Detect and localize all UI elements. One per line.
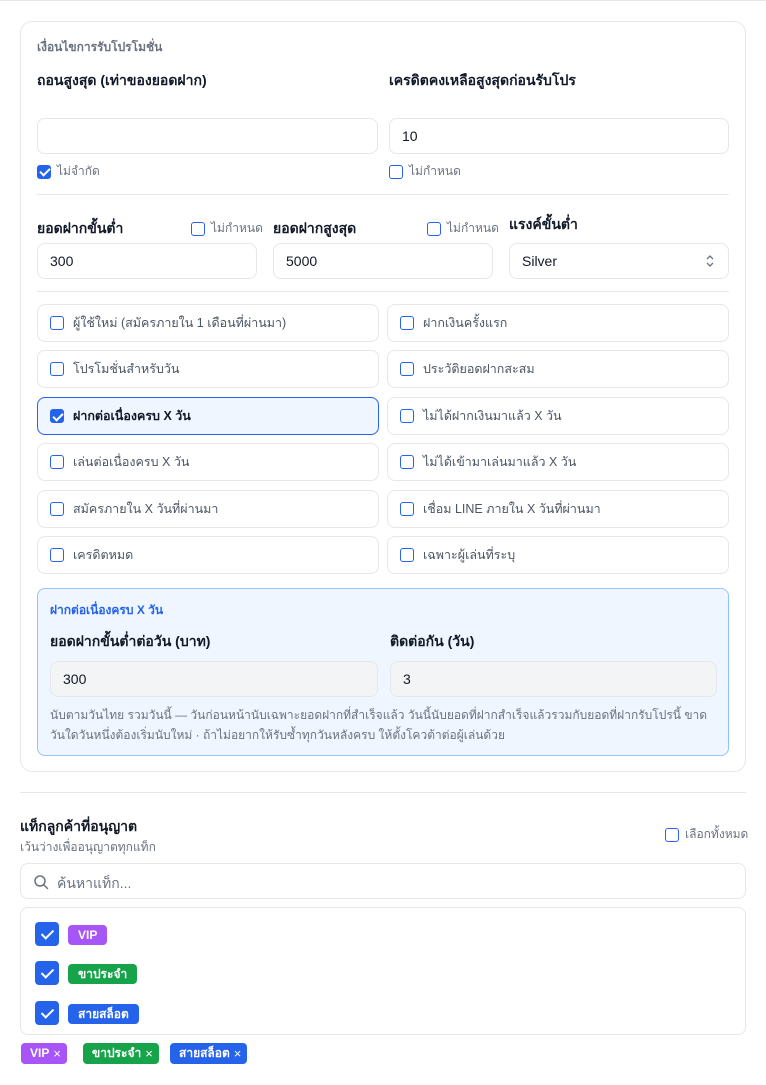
divider <box>37 194 729 195</box>
option-line-linked[interactable]: เชื่อม LINE ภายใน X วันที่ผ่านมา <box>387 490 729 528</box>
option-new-user[interactable]: ผู้ใช้ใหม่ (สมัครภายใน 1 เดือนที่ผ่านมา) <box>37 304 379 342</box>
min-daily-deposit-label: ยอดฝากขั้นต่ำต่อวัน (บาท) <box>50 633 211 649</box>
allowed-tags-subtitle: เว้นว่างเพื่ออนุญาตทุกแท็ก <box>20 840 156 854</box>
section-divider <box>20 792 746 793</box>
selected-chip-vip: VIP × <box>21 1043 67 1064</box>
tag-badge-vip: VIP <box>68 925 108 945</box>
consecutive-days-input[interactable]: 3 <box>390 661 717 697</box>
allowed-tags-title: แท็กลูกค้าที่อนุญาต <box>20 818 138 834</box>
unset-checkbox[interactable] <box>427 221 441 236</box>
option-checkbox[interactable] <box>50 502 64 516</box>
tag-search-input[interactable]: ค้นหาแท็ก... <box>57 873 131 895</box>
option-checkbox[interactable] <box>50 409 64 423</box>
max-withdraw-input[interactable] <box>37 118 378 154</box>
tag-badge-regular: ขาประจำ <box>68 964 138 984</box>
consecutive-deposit-panel: ฝากต่อเนื่องครบ X วัน ยอดฝากขั้นต่ำต่อวั… <box>37 588 729 756</box>
max-credit-label: เครดิตคงเหลือสูงสุดก่อนรับโปร <box>389 72 576 88</box>
chip-label: VIP <box>30 1046 50 1060</box>
close-icon[interactable]: × <box>145 1043 153 1064</box>
option-label: เครดิตหมด <box>73 548 134 562</box>
panel-note: นับตามวันไทย รวมวันนี้ — วันก่อนหน้านับเ… <box>50 708 708 742</box>
select-all-toggle[interactable]: เลือกทั้งหมด <box>665 825 748 844</box>
divider <box>37 291 729 292</box>
tag-checkbox[interactable] <box>35 922 59 946</box>
tag-search-box[interactable]: ค้นหาแท็ก... <box>20 863 746 899</box>
select-all-label: เลือกทั้งหมด <box>685 827 749 841</box>
promo-conditions-card: เงื่อนไขการรับโปรโมชั่น ถอนสูงสุด (เท่าข… <box>20 21 746 772</box>
option-checkbox[interactable] <box>400 409 414 423</box>
unlimited-checkbox[interactable] <box>37 164 51 179</box>
option-checkbox[interactable] <box>400 502 414 516</box>
close-icon[interactable]: × <box>53 1043 61 1064</box>
top-divider <box>0 0 766 1</box>
unset-checkbox-label: ไม่กำหนด <box>409 164 461 178</box>
min-deposit-input[interactable]: 300 <box>37 243 257 279</box>
option-consecutive-play[interactable]: เล่นต่อเนื่องครบ X วัน <box>37 443 379 481</box>
min-deposit-label: ยอดฝากขั้นต่ำ <box>37 220 124 236</box>
unset-checkbox[interactable] <box>191 221 205 236</box>
option-label: เชื่อม LINE ภายใน X วันที่ผ่านมา <box>423 502 601 516</box>
select-all-checkbox[interactable] <box>665 827 679 842</box>
min-deposit-unset-toggle[interactable]: ไม่กำหนด <box>191 219 263 238</box>
option-checkbox[interactable] <box>50 455 64 469</box>
tag-checkbox[interactable] <box>35 961 59 985</box>
min-rank-label: แรงค์ขั้นต่ำ <box>509 216 578 232</box>
option-deposit-history[interactable]: ประวัติยอดฝากสะสม <box>387 350 729 388</box>
option-checkbox[interactable] <box>50 548 64 562</box>
close-icon[interactable]: × <box>234 1043 242 1064</box>
option-day-promo[interactable]: โปรโมชั่นสำหรับวัน <box>37 350 379 388</box>
selected-chip-slot: สายสล็อต × <box>170 1043 248 1064</box>
chip-label: ขาประจำ <box>92 1046 142 1060</box>
option-label: ผู้ใช้ใหม่ (สมัครภายใน 1 เดือนที่ผ่านมา) <box>73 316 287 330</box>
max-credit-input[interactable]: 10 <box>389 118 729 154</box>
option-checkbox[interactable] <box>400 316 414 330</box>
option-checkbox[interactable] <box>400 548 414 562</box>
section-title: เงื่อนไขการรับโปรโมชั่น <box>37 40 163 54</box>
chip-label: สายสล็อต <box>179 1046 230 1060</box>
min-rank-select[interactable]: Silver <box>509 243 729 279</box>
tag-list: VIP ขาประจำ สายสล็อต <box>20 907 746 1035</box>
search-icon <box>33 874 49 893</box>
max-withdraw-unlimited-toggle[interactable]: ไม่จำกัด <box>37 162 100 181</box>
unset-checkbox-label: ไม่กำหนด <box>211 221 263 235</box>
option-checkbox[interactable] <box>50 362 64 376</box>
option-label: สมัครภายใน X วันที่ผ่านมา <box>73 502 219 516</box>
chevron-up-down-icon <box>706 254 714 269</box>
option-label: ฝากต่อเนื่องครบ X วัน <box>73 409 191 423</box>
option-checkbox[interactable] <box>400 455 414 469</box>
min-daily-deposit-input[interactable]: 300 <box>50 661 378 697</box>
panel-title: ฝากต่อเนื่องครบ X วัน <box>50 603 164 617</box>
max-credit-unset-toggle[interactable]: ไม่กำหนด <box>389 162 461 181</box>
unset-checkbox-label: ไม่กำหนด <box>447 221 499 235</box>
max-withdraw-label: ถอนสูงสุด (เท่าของยอดฝาก) <box>37 72 207 88</box>
max-deposit-unset-toggle[interactable]: ไม่กำหนด <box>427 219 499 238</box>
unlimited-checkbox-label: ไม่จำกัด <box>57 164 100 178</box>
option-label: เฉพาะผู้เล่นที่ระบุ <box>423 548 516 562</box>
option-specific-players[interactable]: เฉพาะผู้เล่นที่ระบุ <box>387 536 729 574</box>
option-first-deposit[interactable]: ฝากเงินครั้งแรก <box>387 304 729 342</box>
max-deposit-input[interactable]: 5000 <box>273 243 493 279</box>
option-label: ไม่ได้ฝากเงินมาแล้ว X วัน <box>423 409 562 423</box>
consecutive-days-label: ติดต่อกัน (วัน) <box>390 633 475 649</box>
option-label: ประวัติยอดฝากสะสม <box>423 362 535 376</box>
option-label: เล่นต่อเนื่องครบ X วัน <box>73 455 190 469</box>
max-deposit-label: ยอดฝากสูงสุด <box>273 220 357 236</box>
option-inactive-days[interactable]: ไม่ได้เข้ามาเล่นมาแล้ว X วัน <box>387 443 729 481</box>
option-consecutive-deposit[interactable]: ฝากต่อเนื่องครบ X วัน <box>37 397 379 435</box>
tag-checkbox[interactable] <box>35 1001 59 1025</box>
min-rank-value: Silver <box>522 253 558 269</box>
option-label: ฝากเงินครั้งแรก <box>423 316 508 330</box>
unset-checkbox[interactable] <box>389 164 403 179</box>
option-registered-within[interactable]: สมัครภายใน X วันที่ผ่านมา <box>37 490 379 528</box>
tag-badge-slot: สายสล็อต <box>68 1004 139 1024</box>
option-label: โปรโมชั่นสำหรับวัน <box>73 362 180 376</box>
option-no-deposit-days[interactable]: ไม่ได้ฝากเงินมาแล้ว X วัน <box>387 397 729 435</box>
option-checkbox[interactable] <box>400 362 414 376</box>
option-checkbox[interactable] <box>50 316 64 330</box>
option-label: ไม่ได้เข้ามาเล่นมาแล้ว X วัน <box>423 455 577 469</box>
selected-chip-regular: ขาประจำ × <box>83 1043 159 1064</box>
option-out-of-credit[interactable]: เครดิตหมด <box>37 536 379 574</box>
